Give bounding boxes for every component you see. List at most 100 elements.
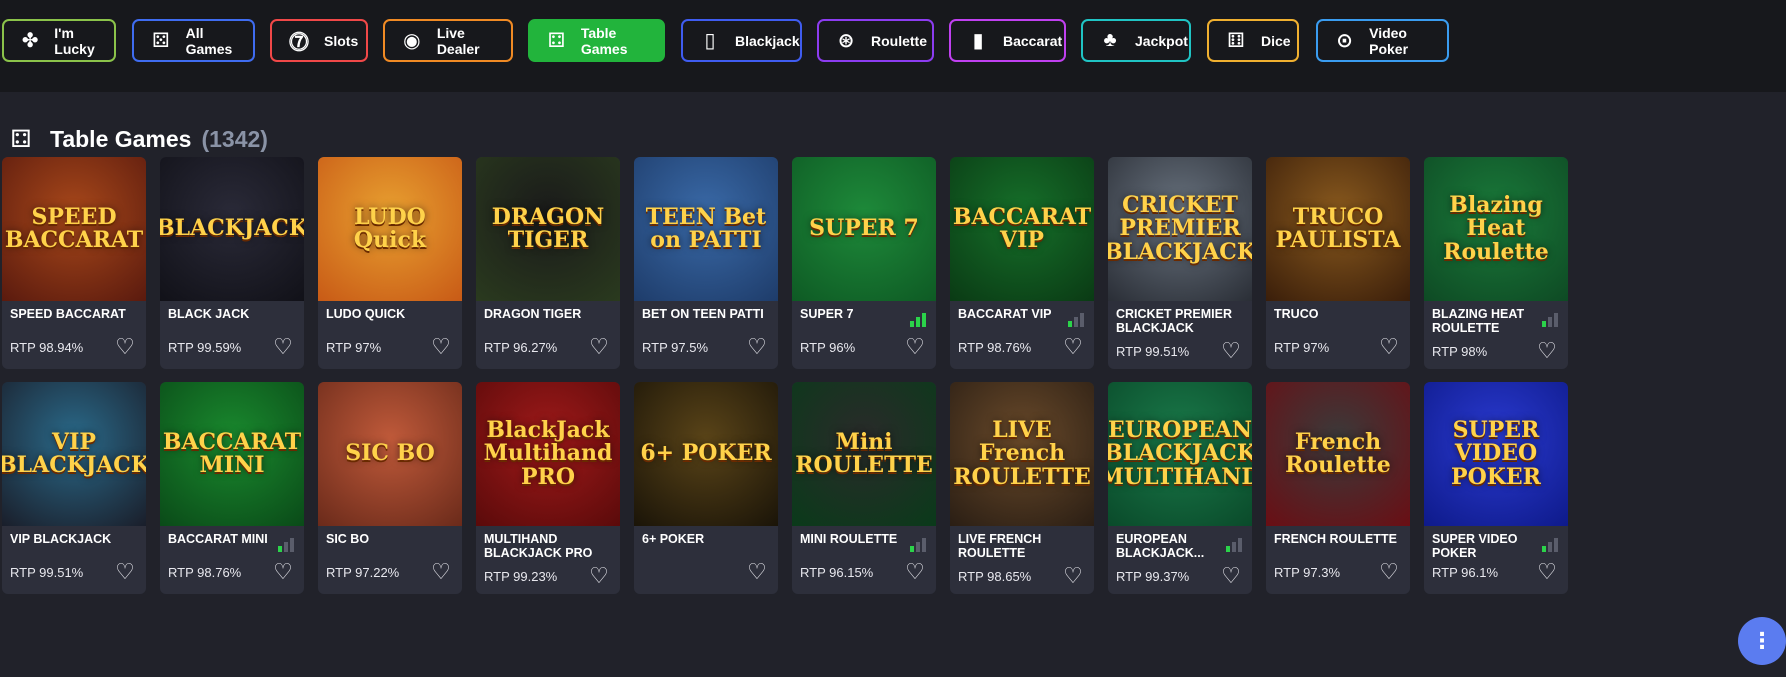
game-logo-art: EUROPEAN BLACKJACK MULTIHAND [1108,417,1252,490]
game-card[interactable]: BlackJack Multihand PRO MULTIHAND BLACKJA… [476,382,620,594]
favorite-heart-icon[interactable]: ♡ [744,334,770,360]
category-bar: ✤ I'm Lucky ⚄ All Games ⓻ Slots ◉ Live Dealer ⚃ T… [0,0,1786,92]
popularity-bars-icon [1542,536,1558,552]
category-i-m-lucky[interactable]: ✤ I'm Lucky [2,19,116,62]
category-dice[interactable]: ⚅ Dice [1207,19,1299,62]
game-logo-art: CRICKET PREMIER BLACKJACK [1108,192,1252,265]
game-card[interactable]: TRUCO PAULISTA TRUCO RTP 97% ♡ [1266,157,1410,369]
poker-chip-icon: ⊙ [1336,30,1353,52]
category-baccarat[interactable]: ▮ Baccarat [949,19,1066,62]
favorite-heart-icon[interactable]: ♡ [112,334,138,360]
section-title: Table Games [50,125,192,152]
game-card[interactable]: 6+ POKER 6+ POKER ♡ [634,382,778,594]
category-video-poker[interactable]: ⊙ Video Poker [1316,19,1449,62]
game-rtp: RTP 97% [1274,340,1330,355]
game-thumbnail[interactable]: DRAGON TIGER [476,157,620,301]
game-logo-art: LIVE French ROULETTE [953,417,1091,490]
game-card[interactable]: CRICKET PREMIER BLACKJACK CRICKET PREMIER… [1108,157,1252,369]
category-all-games[interactable]: ⚄ All Games [132,19,255,62]
favorite-heart-icon[interactable]: ♡ [270,559,296,585]
game-thumbnail[interactable]: EUROPEAN BLACKJACK MULTIHAND [1108,382,1252,526]
category-slots[interactable]: ⓻ Slots [270,19,368,62]
game-rtp: RTP 98.76% [958,340,1032,355]
more-options-button[interactable]: ⋮ [1738,617,1786,665]
category-label: Dice [1261,32,1291,49]
game-name: VIP BLACKJACK [10,532,112,546]
favorite-heart-icon[interactable]: ♡ [586,563,612,589]
category-blackjack[interactable]: ▯ Blackjack [681,19,802,62]
game-rtp: RTP 98% [1432,344,1488,359]
game-card[interactable]: BACCARAT MINI BACCARAT MINI RTP 98.76% ♡ [160,382,304,594]
favorite-heart-icon[interactable]: ♡ [270,334,296,360]
game-logo-art: Blazing Heat Roulette [1443,192,1549,265]
game-thumbnail[interactable]: LIVE French ROULETTE [950,382,1094,526]
game-logo-art: SPEED BACCARAT [4,203,144,253]
game-card[interactable]: French Roulette FRENCH ROULETTE RTP 97.3% ♡ [1266,382,1410,594]
game-card[interactable]: SIC BO SIC BO RTP 97.22% ♡ [318,382,462,594]
category-label: Video Poker [1369,24,1409,57]
category-label: Baccarat [1003,32,1063,49]
favorite-heart-icon[interactable]: ♡ [902,334,928,360]
favorite-heart-icon[interactable]: ♡ [1060,334,1086,360]
game-thumbnail[interactable]: Blazing Heat Roulette [1424,157,1568,301]
game-thumbnail[interactable]: SPEED BACCARAT [2,157,146,301]
section-count: (1342) [201,125,268,152]
game-thumbnail[interactable]: BLACKJACK [160,157,304,301]
category-live-dealer[interactable]: ◉ Live Dealer [383,19,513,62]
game-rtp: RTP 96.27% [484,340,558,355]
favorite-heart-icon[interactable]: ♡ [1376,559,1402,585]
game-card[interactable]: SPEED BACCARAT SPEED BACCARAT RTP 98.94% ♡ [2,157,146,369]
game-rtp: RTP 96% [800,340,856,355]
game-card[interactable]: DRAGON TIGER DRAGON TIGER RTP 96.27% ♡ [476,157,620,369]
game-card[interactable]: BLACKJACK BLACK JACK RTP 99.59% ♡ [160,157,304,369]
favorite-heart-icon[interactable]: ♡ [428,559,454,585]
game-thumbnail[interactable]: BACCARAT VIP [950,157,1094,301]
game-thumbnail[interactable]: TRUCO PAULISTA [1266,157,1410,301]
game-card[interactable]: EUROPEAN BLACKJACK MULTIHAND EUROPEAN BLA… [1108,382,1252,594]
game-name: LUDO QUICK [326,307,406,321]
game-card[interactable]: BACCARAT VIP BACCARAT VIP RTP 98.76% ♡ [950,157,1094,369]
game-logo-art: BACCARAT MINI [162,428,302,478]
favorite-heart-icon[interactable]: ♡ [112,559,138,585]
game-thumbnail[interactable]: BACCARAT MINI [160,382,304,526]
favorite-heart-icon[interactable]: ♡ [1218,563,1244,589]
game-card[interactable]: SUPER VIDEO POKER SUPER VIDEO POKER RTP 96… [1424,382,1568,594]
game-thumbnail[interactable]: BlackJack Multihand PRO [476,382,620,526]
game-thumbnail[interactable]: 6+ POKER [634,382,778,526]
roulette-icon: ⊛ [837,30,855,52]
game-logo-art: French Roulette [1285,428,1391,478]
game-card[interactable]: SUPER 7 SUPER 7 RTP 96% ♡ [792,157,936,369]
game-rtp: RTP 97.3% [1274,565,1341,580]
game-thumbnail[interactable]: SUPER 7 [792,157,936,301]
game-name: EUROPEAN BLACKJACK... [1116,532,1205,560]
game-card[interactable]: VIP BLACKJACK VIP BLACKJACK RTP 99.51% ♡ [2,382,146,594]
favorite-heart-icon[interactable]: ♡ [902,559,928,585]
category-table-games[interactable]: ⚃ Table Games [528,19,665,62]
game-thumbnail[interactable]: VIP BLACKJACK [2,382,146,526]
category-jackpot[interactable]: ♣ Jackpot [1081,19,1191,62]
game-thumbnail[interactable]: CRICKET PREMIER BLACKJACK [1108,157,1252,301]
favorite-heart-icon[interactable]: ♡ [1218,338,1244,364]
game-thumbnail[interactable]: SUPER VIDEO POKER [1424,382,1568,526]
favorite-heart-icon[interactable]: ♡ [744,559,770,585]
game-thumbnail[interactable]: French Roulette [1266,382,1410,526]
game-card[interactable]: LUDO Quick LUDO QUICK RTP 97% ♡ [318,157,462,369]
game-rtp: RTP 99.59% [168,340,242,355]
game-thumbnail[interactable]: SIC BO [318,382,462,526]
game-thumbnail[interactable]: TEEN Bet on PATTI [634,157,778,301]
favorite-heart-icon[interactable]: ♡ [1376,334,1402,360]
game-name: BACCARAT MINI [168,532,268,546]
category-roulette[interactable]: ⊛ Roulette [817,19,934,62]
favorite-heart-icon[interactable]: ♡ [428,334,454,360]
game-logo-art: DRAGON TIGER [491,203,605,253]
favorite-heart-icon[interactable]: ♡ [586,334,612,360]
favorite-heart-icon[interactable]: ♡ [1060,563,1086,589]
game-card[interactable]: Blazing Heat Roulette BLAZING HEAT ROULET… [1424,157,1568,369]
game-thumbnail[interactable]: Mini ROULETTE [792,382,936,526]
game-thumbnail[interactable]: LUDO Quick [318,157,462,301]
game-card[interactable]: TEEN Bet on PATTI BET ON TEEN PATTI RTP 97… [634,157,778,369]
game-card[interactable]: Mini ROULETTE MINI ROULETTE RTP 96.15% ♡ [792,382,936,594]
favorite-heart-icon[interactable]: ♡ [1534,559,1560,585]
game-card[interactable]: LIVE French ROULETTE LIVE FRENCH ROULETTE… [950,382,1094,594]
favorite-heart-icon[interactable]: ♡ [1534,338,1560,364]
